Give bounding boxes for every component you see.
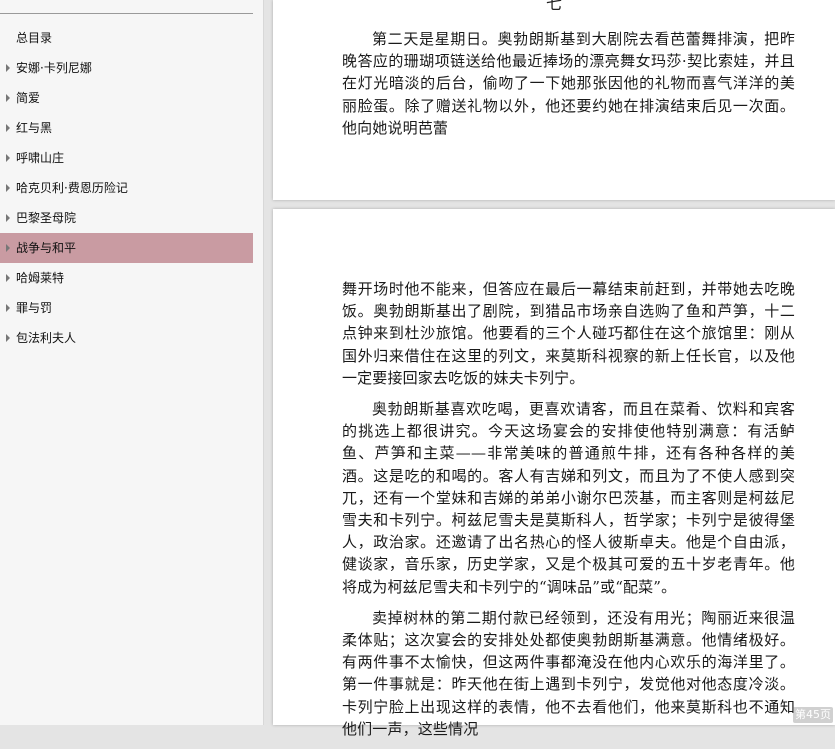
expand-arrow-icon[interactable] — [5, 263, 13, 293]
toc-item[interactable]: 简爱 — [0, 83, 253, 113]
paragraph: 卖掉树林的第二期付款已经领到，还没有用光；陶丽近来很温柔体贴；这次宴会的安排处处… — [342, 608, 795, 738]
toc-root-item[interactable]: 总目录 — [16, 30, 52, 46]
toc-item-label: 安娜·卡列尼娜 — [16, 61, 92, 75]
toc-item[interactable]: 呼啸山庄 — [0, 143, 253, 173]
expand-arrow-icon[interactable] — [5, 203, 13, 233]
expand-arrow-icon[interactable] — [5, 323, 13, 353]
expand-arrow-icon[interactable] — [5, 293, 13, 323]
toc-item-label: 罪与罚 — [16, 301, 53, 315]
toc-item-label: 简爱 — [16, 91, 41, 105]
toc-item[interactable]: 包法利夫人 — [0, 323, 253, 353]
expand-arrow-icon[interactable] — [5, 143, 13, 173]
page-number-badge: 第45页 — [793, 707, 833, 723]
page-previous: 七 第二天是星期日。奥勃朗斯基到大剧院去看芭蕾舞排演，把昨晚答应的珊瑚项链送给他… — [273, 0, 835, 200]
page-text: 第二天是星期日。奥勃朗斯基到大剧院去看芭蕾舞排演，把昨晚答应的珊瑚项链送给他最近… — [342, 28, 795, 148]
page-current: 舞开场时他不能来，但答应在最后一幕结束前赶到，并带她去吃晚饭。奥勃朗斯基出了剧院… — [273, 209, 835, 738]
toc-item[interactable]: 安娜·卡列尼娜 — [0, 53, 253, 83]
page-text: 舞开场时他不能来，但答应在最后一幕结束前赶到，并带她去吃晚饭。奥勃朗斯基出了剧院… — [342, 278, 795, 749]
chapter-number: 七 — [545, 0, 562, 13]
toc-item-label: 战争与和平 — [16, 241, 77, 255]
paragraph: 第二天是星期日。奥勃朗斯基到大剧院去看芭蕾舞排演，把昨晚答应的珊瑚项链送给他最近… — [342, 30, 795, 137]
toc-item[interactable]: 哈姆莱特 — [0, 263, 253, 293]
toc-item[interactable]: 战争与和平 — [0, 233, 253, 263]
expand-arrow-icon[interactable] — [5, 113, 13, 143]
toc-sidebar: 总目录 安娜·卡列尼娜 简爱红与黑呼啸山庄哈克贝利·费恩历险记 巴黎圣母院战争与和平… — [0, 0, 264, 725]
toc-item-label: 巴黎圣母院 — [16, 211, 77, 225]
expand-arrow-icon[interactable] — [5, 233, 13, 263]
toc-item-label: 哈姆莱特 — [16, 271, 65, 285]
toc-list: 安娜·卡列尼娜 简爱红与黑呼啸山庄哈克贝利·费恩历险记 巴黎圣母院战争与和平哈姆莱特… — [0, 53, 263, 353]
paragraph: 奥勃朗斯基喜欢吃喝，更喜欢请客，而且在菜肴、饮料和宾客的挑选上都很讲究。今天这场… — [342, 400, 795, 596]
toc-item-label: 包法利夫人 — [16, 331, 77, 345]
toc-item[interactable]: 巴黎圣母院 — [0, 203, 253, 233]
expand-arrow-icon[interactable] — [5, 173, 13, 203]
toc-item-label: 呼啸山庄 — [16, 151, 65, 165]
expand-arrow-icon[interactable] — [5, 83, 13, 113]
expand-arrow-icon[interactable] — [5, 53, 13, 83]
toc-item-label: 红与黑 — [16, 121, 53, 135]
paragraph: 舞开场时他不能来，但答应在最后一幕结束前赶到，并带她去吃晚饭。奥勃朗斯基出了剧院… — [342, 280, 795, 387]
toc-item-label: 哈克贝利·费恩历险记 — [16, 181, 128, 195]
toc-item[interactable]: 罪与罚 — [0, 293, 253, 323]
toc-item[interactable]: 红与黑 — [0, 113, 253, 143]
toc-item[interactable]: 哈克贝利·费恩历险记 — [0, 173, 253, 203]
sidebar-divider — [0, 13, 253, 14]
